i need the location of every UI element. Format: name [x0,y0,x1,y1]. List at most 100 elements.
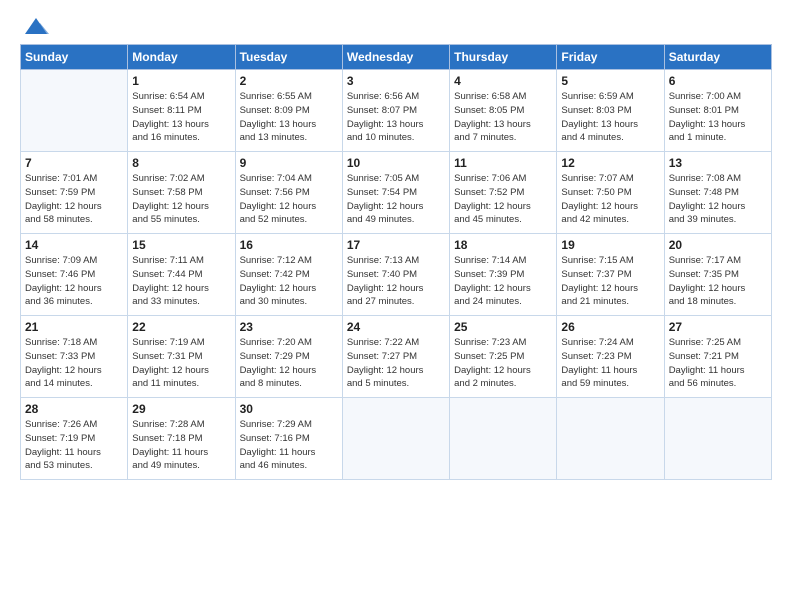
day-cell: 2 Sunrise: 6:55 AMSunset: 8:09 PMDaylight… [235,70,342,152]
day-info: Sunrise: 7:29 AMSunset: 7:16 PMDaylight:… [240,418,338,473]
day-info: Sunrise: 7:09 AMSunset: 7:46 PMDaylight:… [25,254,123,309]
day-cell: 10 Sunrise: 7:05 AMSunset: 7:54 PMDayligh… [342,152,449,234]
day-cell [450,398,557,480]
day-cell: 20 Sunrise: 7:17 AMSunset: 7:35 PMDayligh… [664,234,771,316]
day-header-tuesday: Tuesday [235,45,342,70]
day-cell: 28Sunrise: 7:26 AMSunset: 7:19 PMDayligh… [21,398,128,480]
day-info: Sunrise: 7:26 AMSunset: 7:19 PMDaylight:… [25,418,123,473]
day-header-friday: Friday [557,45,664,70]
day-number: 21 [25,320,123,334]
day-number: 27 [669,320,767,334]
day-info: Sunrise: 6:55 AMSunset: 8:09 PMDaylight:… [240,90,338,145]
day-info: Sunrise: 7:17 AMSunset: 7:35 PMDaylight:… [669,254,767,309]
day-cell: 3 Sunrise: 6:56 AMSunset: 8:07 PMDaylight… [342,70,449,152]
day-number: 30 [240,402,338,416]
day-number: 1 [132,74,230,88]
day-cell: 25 Sunrise: 7:23 AMSunset: 7:25 PMDayligh… [450,316,557,398]
day-info: Sunrise: 7:05 AMSunset: 7:54 PMDaylight:… [347,172,445,227]
day-cell: 15 Sunrise: 7:11 AMSunset: 7:44 PMDayligh… [128,234,235,316]
day-number: 4 [454,74,552,88]
day-number: 24 [347,320,445,334]
day-cell [342,398,449,480]
day-info: Sunrise: 7:02 AMSunset: 7:58 PMDaylight:… [132,172,230,227]
day-number: 23 [240,320,338,334]
logo-icon [23,16,49,38]
day-number: 25 [454,320,552,334]
week-row-4: 21 Sunrise: 7:18 AMSunset: 7:33 PMDayligh… [21,316,772,398]
day-cell: 1Sunrise: 6:54 AMSunset: 8:11 PMDaylight… [128,70,235,152]
day-info: Sunrise: 7:25 AMSunset: 7:21 PMDaylight:… [669,336,767,391]
day-info: Sunrise: 7:07 AMSunset: 7:50 PMDaylight:… [561,172,659,227]
day-info: Sunrise: 7:28 AMSunset: 7:18 PMDaylight:… [132,418,230,473]
day-info: Sunrise: 7:11 AMSunset: 7:44 PMDaylight:… [132,254,230,309]
day-info: Sunrise: 6:59 AMSunset: 8:03 PMDaylight:… [561,90,659,145]
day-cell: 18 Sunrise: 7:14 AMSunset: 7:39 PMDayligh… [450,234,557,316]
day-header-thursday: Thursday [450,45,557,70]
day-number: 13 [669,156,767,170]
calendar-body: 1Sunrise: 6:54 AMSunset: 8:11 PMDaylight… [21,70,772,480]
day-cell: 27 Sunrise: 7:25 AMSunset: 7:21 PMDayligh… [664,316,771,398]
day-info: Sunrise: 7:13 AMSunset: 7:40 PMDaylight:… [347,254,445,309]
day-number: 2 [240,74,338,88]
day-cell: 21 Sunrise: 7:18 AMSunset: 7:33 PMDayligh… [21,316,128,398]
day-number: 12 [561,156,659,170]
day-cell: 26 Sunrise: 7:24 AMSunset: 7:23 PMDayligh… [557,316,664,398]
week-row-3: 14Sunrise: 7:09 AMSunset: 7:46 PMDayligh… [21,234,772,316]
day-header-monday: Monday [128,45,235,70]
day-cell: 22 Sunrise: 7:19 AMSunset: 7:31 PMDayligh… [128,316,235,398]
day-info: Sunrise: 7:24 AMSunset: 7:23 PMDaylight:… [561,336,659,391]
day-info: Sunrise: 7:18 AMSunset: 7:33 PMDaylight:… [25,336,123,391]
day-info: Sunrise: 7:23 AMSunset: 7:25 PMDaylight:… [454,336,552,391]
day-number: 20 [669,238,767,252]
day-info: Sunrise: 6:56 AMSunset: 8:07 PMDaylight:… [347,90,445,145]
day-cell: 29Sunrise: 7:28 AMSunset: 7:18 PMDayligh… [128,398,235,480]
day-cell: 13 Sunrise: 7:08 AMSunset: 7:48 PMDayligh… [664,152,771,234]
page: SundayMondayTuesdayWednesdayThursdayFrid… [0,0,792,612]
day-cell: 19 Sunrise: 7:15 AMSunset: 7:37 PMDayligh… [557,234,664,316]
day-cell: 8Sunrise: 7:02 AMSunset: 7:58 PMDaylight… [128,152,235,234]
day-number: 5 [561,74,659,88]
day-info: Sunrise: 7:01 AMSunset: 7:59 PMDaylight:… [25,172,123,227]
calendar-header: SundayMondayTuesdayWednesdayThursdayFrid… [21,45,772,70]
days-of-week-row: SundayMondayTuesdayWednesdayThursdayFrid… [21,45,772,70]
day-info: Sunrise: 7:12 AMSunset: 7:42 PMDaylight:… [240,254,338,309]
day-number: 19 [561,238,659,252]
day-cell: 23 Sunrise: 7:20 AMSunset: 7:29 PMDayligh… [235,316,342,398]
day-info: Sunrise: 7:20 AMSunset: 7:29 PMDaylight:… [240,336,338,391]
day-number: 7 [25,156,123,170]
day-cell: 4Sunrise: 6:58 AMSunset: 8:05 PMDaylight… [450,70,557,152]
day-number: 16 [240,238,338,252]
day-cell: 30 Sunrise: 7:29 AMSunset: 7:16 PMDayligh… [235,398,342,480]
day-info: Sunrise: 7:08 AMSunset: 7:48 PMDaylight:… [669,172,767,227]
day-cell [21,70,128,152]
day-number: 11 [454,156,552,170]
week-row-5: 28Sunrise: 7:26 AMSunset: 7:19 PMDayligh… [21,398,772,480]
day-info: Sunrise: 7:14 AMSunset: 7:39 PMDaylight:… [454,254,552,309]
day-header-wednesday: Wednesday [342,45,449,70]
day-number: 3 [347,74,445,88]
day-number: 22 [132,320,230,334]
day-cell [557,398,664,480]
week-row-1: 1Sunrise: 6:54 AMSunset: 8:11 PMDaylight… [21,70,772,152]
day-cell [664,398,771,480]
day-number: 15 [132,238,230,252]
day-number: 18 [454,238,552,252]
day-info: Sunrise: 7:06 AMSunset: 7:52 PMDaylight:… [454,172,552,227]
day-cell: 17 Sunrise: 7:13 AMSunset: 7:40 PMDayligh… [342,234,449,316]
day-number: 26 [561,320,659,334]
day-number: 6 [669,74,767,88]
day-cell: 7 Sunrise: 7:01 AMSunset: 7:59 PMDaylight… [21,152,128,234]
day-info: Sunrise: 7:15 AMSunset: 7:37 PMDaylight:… [561,254,659,309]
day-cell: 16 Sunrise: 7:12 AMSunset: 7:42 PMDayligh… [235,234,342,316]
day-cell: 9Sunrise: 7:04 AMSunset: 7:56 PMDaylight… [235,152,342,234]
day-cell: 11 Sunrise: 7:06 AMSunset: 7:52 PMDayligh… [450,152,557,234]
day-info: Sunrise: 7:19 AMSunset: 7:31 PMDaylight:… [132,336,230,391]
day-number: 17 [347,238,445,252]
day-info: Sunrise: 7:04 AMSunset: 7:56 PMDaylight:… [240,172,338,227]
header [20,18,772,34]
day-header-saturday: Saturday [664,45,771,70]
day-cell: 24Sunrise: 7:22 AMSunset: 7:27 PMDayligh… [342,316,449,398]
day-cell: 5 Sunrise: 6:59 AMSunset: 8:03 PMDaylight… [557,70,664,152]
day-header-sunday: Sunday [21,45,128,70]
day-number: 10 [347,156,445,170]
